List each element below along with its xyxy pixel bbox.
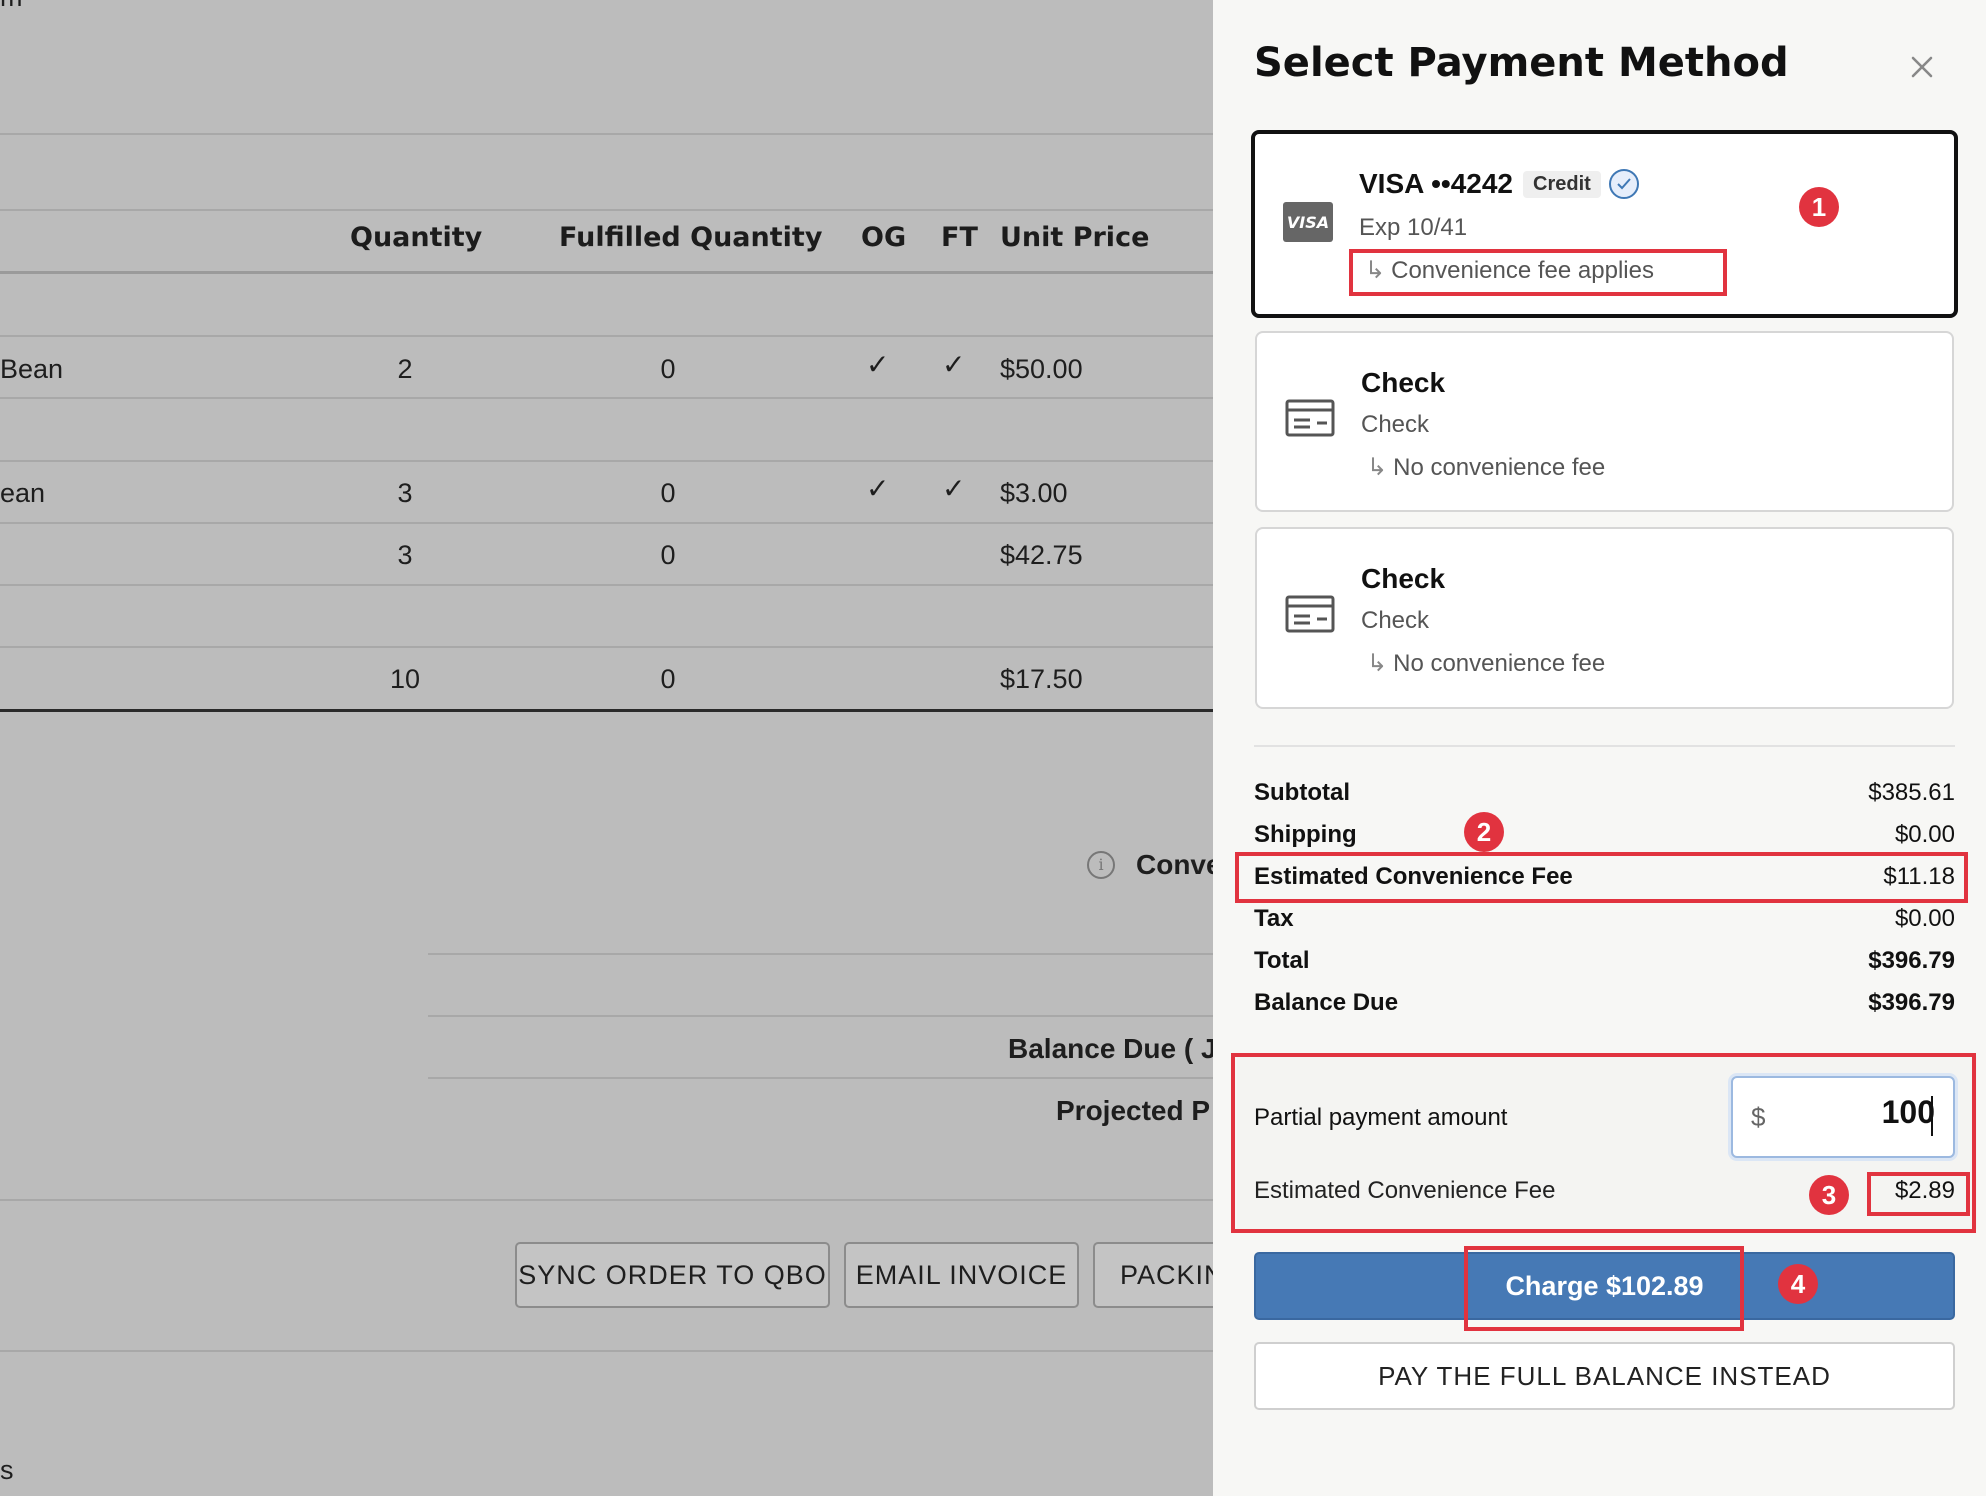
fulfilled-cell: 0 <box>660 354 676 384</box>
payment-method-title: Check <box>1361 367 1446 398</box>
payment-method-check[interactable]: Check Check ↳ No convenience fee <box>1255 331 1954 512</box>
charge-button[interactable]: Charge $102.89 <box>1254 1252 1955 1320</box>
payment-method-visa[interactable]: VISA VISA ••4242 Credit Exp 10/41 ↳ Conven… <box>1251 130 1958 318</box>
unit-price-cell: $17.50 <box>1000 664 1083 694</box>
bottom-text-fragment: s <box>0 1455 14 1485</box>
check-icon <box>1285 399 1335 437</box>
quantity-cell: 3 <box>397 478 413 508</box>
divider <box>428 1015 1213 1017</box>
annotation-marker-1: 1 <box>1799 187 1839 227</box>
subtotal-label: Subtotal <box>1254 779 1350 806</box>
drawer-title: Select Payment Method <box>1254 40 1789 86</box>
total-label: Total <box>1254 947 1310 974</box>
partial-payment-field[interactable]: $ <box>1731 1076 1955 1158</box>
header-divider <box>0 271 1213 274</box>
divider <box>0 209 1213 211</box>
shipping-label: Shipping <box>1254 821 1357 848</box>
top-text-fragment: m <box>0 0 23 13</box>
balance-due-fragment: Balance Due ( J <box>1008 1033 1213 1064</box>
divider <box>0 1199 1213 1201</box>
payment-method-subtitle: Check <box>1361 607 1430 634</box>
fulfilled-cell: 0 <box>660 540 676 570</box>
projected-fragment: Projected P <box>1056 1095 1211 1126</box>
row-divider <box>0 397 1213 399</box>
packing-slip-button[interactable]: PACKIN <box>1093 1242 1213 1308</box>
shipping-value: $0.00 <box>1894 821 1955 848</box>
quantity-cell: 2 <box>397 354 413 384</box>
fee-note: ↳ No convenience fee <box>1367 453 1606 481</box>
payment-method-title: Check <box>1361 563 1446 594</box>
column-header-ft: FT <box>941 222 978 253</box>
annotation-marker-3: 3 <box>1809 1175 1849 1215</box>
order-page-background: m Quantity Fulfilled Quantity OG FT Unit… <box>0 0 1213 1496</box>
return-arrow-icon: ↳ <box>1365 256 1386 284</box>
divider <box>428 953 1213 955</box>
partial-payment-label: Partial payment amount <box>1254 1104 1508 1131</box>
pay-full-balance-button[interactable]: PAY THE FULL BALANCE INSTEAD <box>1254 1342 1955 1410</box>
fee-note: ↳ Convenience fee applies <box>1365 256 1654 284</box>
card-label: VISA ••4242 <box>1359 168 1513 199</box>
row-divider <box>0 646 1213 648</box>
quantity-cell: 10 <box>389 664 421 694</box>
tax-label: Tax <box>1254 905 1294 932</box>
balance-due-value: $396.79 <box>1868 989 1955 1016</box>
column-header-unit-price: Unit Price <box>1000 222 1150 253</box>
annotation-marker-4: 4 <box>1778 1264 1818 1304</box>
ft-check-icon: ✓ <box>942 473 966 504</box>
unit-price-cell: $50.00 <box>1000 354 1083 384</box>
annotation-marker-2: 2 <box>1464 812 1504 852</box>
sync-order-to-qbo-button[interactable]: SYNC ORDER TO QBO <box>515 1242 830 1308</box>
item-name: Bean <box>0 354 64 384</box>
check-icon <box>1285 595 1335 633</box>
column-header-quantity: Quantity <box>350 222 483 253</box>
unit-price-cell: $3.00 <box>1000 478 1068 508</box>
quantity-cell: 3 <box>397 540 413 570</box>
divider <box>428 1077 1213 1079</box>
item-name: ean <box>0 478 46 508</box>
payment-method-title: VISA ••4242 Credit <box>1359 168 1639 200</box>
divider <box>0 133 1213 135</box>
partial-convenience-fee-value: $2.89 <box>1894 1177 1955 1204</box>
row-divider <box>0 584 1213 586</box>
payment-method-subtitle: Check <box>1361 411 1430 438</box>
total-value: $396.79 <box>1868 947 1955 974</box>
balance-due-label: Balance Due <box>1254 989 1399 1016</box>
row-divider <box>0 335 1213 337</box>
return-arrow-icon: ↳ <box>1367 453 1388 481</box>
fulfilled-cell: 0 <box>660 664 676 694</box>
email-invoice-button[interactable]: EMAIL INVOICE <box>844 1242 1079 1308</box>
verified-check-icon <box>1608 169 1639 199</box>
divider <box>0 1350 1213 1352</box>
payment-method-check[interactable]: Check Check ↳ No convenience fee <box>1255 527 1954 709</box>
card-expiry: Exp 10/41 <box>1359 214 1468 241</box>
og-check-icon: ✓ <box>866 473 890 504</box>
currency-symbol: $ <box>1751 1102 1766 1132</box>
tax-value: $0.00 <box>1894 905 1955 932</box>
partial-payment-input[interactable] <box>1785 1094 1935 1131</box>
fee-note: ↳ No convenience fee <box>1367 649 1606 677</box>
info-icon[interactable]: i <box>1087 851 1115 879</box>
table-bottom-border <box>0 709 1213 712</box>
svg-text:VISA: VISA <box>1287 213 1329 232</box>
close-icon[interactable] <box>1905 50 1939 84</box>
convenience-fee-fragment: Conve <box>1136 849 1213 880</box>
og-check-icon: ✓ <box>866 349 890 380</box>
row-divider <box>0 522 1213 524</box>
select-payment-method-drawer: Select Payment Method VISA VISA ••4242 Cr… <box>1213 0 1986 1496</box>
credit-badge: Credit <box>1523 171 1601 198</box>
column-header-fulfilled-quantity: Fulfilled Quantity <box>559 222 823 253</box>
unit-price-cell: $42.75 <box>1000 540 1083 570</box>
summary-divider <box>1254 745 1955 747</box>
return-arrow-icon: ↳ <box>1367 649 1388 677</box>
visa-card-icon: VISA <box>1283 202 1333 242</box>
text-caret <box>1931 1096 1933 1136</box>
partial-convenience-fee-label: Estimated Convenience Fee <box>1254 1177 1556 1204</box>
column-header-og: OG <box>861 222 907 253</box>
estimated-convenience-fee-label: Estimated Convenience Fee <box>1254 863 1573 890</box>
ft-check-icon: ✓ <box>942 349 966 380</box>
row-divider <box>0 460 1213 462</box>
subtotal-value: $385.61 <box>1868 779 1955 806</box>
fulfilled-cell: 0 <box>660 478 676 508</box>
estimated-convenience-fee-value: $11.18 <box>1883 863 1955 890</box>
